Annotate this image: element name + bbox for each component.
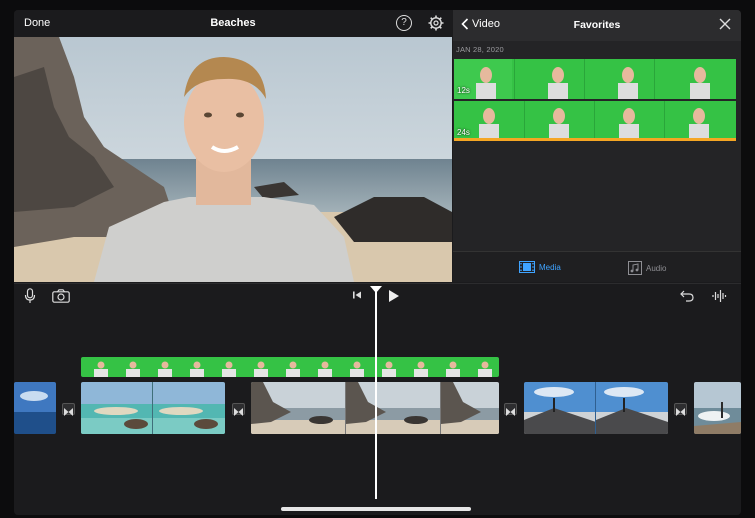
timeline-clip[interactable] <box>524 382 668 434</box>
tab-audio[interactable]: Audio <box>628 261 666 275</box>
audio-waveform-icon[interactable] <box>712 289 728 303</box>
timeline-clip[interactable] <box>81 382 225 434</box>
used-clip-indicator <box>454 138 736 141</box>
project-toolbar: Done Beaches ? <box>14 10 452 37</box>
ipad-frame: Done Beaches ? Video Favorites JAN 28, 2… <box>0 0 755 518</box>
close-icon[interactable] <box>719 18 731 30</box>
timeline-clip[interactable] <box>694 382 741 434</box>
media-clip[interactable]: 24s <box>454 101 736 141</box>
camera-icon[interactable] <box>52 289 70 303</box>
viewer-frame-image <box>14 37 452 282</box>
tab-audio-label: Audio <box>646 263 667 273</box>
media-browser-header: Video Favorites <box>453 10 741 41</box>
transition-icon[interactable] <box>232 403 245 416</box>
home-indicator[interactable] <box>281 507 471 511</box>
microphone-icon[interactable] <box>24 288 36 304</box>
clip-thumbnails <box>454 59 710 99</box>
playhead[interactable] <box>375 286 377 499</box>
tab-media[interactable]: Media <box>519 261 561 273</box>
transition-icon[interactable] <box>62 403 75 416</box>
undo-icon[interactable] <box>680 289 694 302</box>
clip-duration: 12s <box>457 86 470 95</box>
tab-media-label: Media <box>539 262 561 272</box>
transition-icon[interactable] <box>674 403 687 416</box>
play-icon[interactable] <box>388 289 400 303</box>
help-icon[interactable]: ? <box>396 15 412 31</box>
skip-to-start-icon[interactable] <box>352 290 362 300</box>
media-browser: Video Favorites JAN 28, 2020 12s 24s Med… <box>453 10 741 282</box>
project-title: Beaches <box>210 17 256 29</box>
clip-duration: 24s <box>457 128 470 137</box>
timeline-clip[interactable] <box>14 382 56 434</box>
clip-thumbnails <box>479 101 709 141</box>
film-icon <box>519 261 535 273</box>
transition-icon[interactable] <box>504 403 517 416</box>
clip-thumbnail <box>14 382 56 434</box>
green-clip-thumbnails <box>94 361 492 377</box>
gear-icon[interactable] <box>428 15 444 31</box>
media-browser-tabs: Media Audio <box>453 251 741 282</box>
media-clip[interactable]: 12s <box>454 59 736 99</box>
screen: Done Beaches ? Video Favorites JAN 28, 2… <box>14 10 741 515</box>
clip-date-label: JAN 28, 2020 <box>456 45 504 54</box>
clip-thumbnail <box>524 382 668 434</box>
music-note-icon <box>628 261 642 275</box>
clip-thumbnail <box>81 382 225 434</box>
green-screen-clip[interactable] <box>81 357 499 377</box>
video-viewer[interactable] <box>14 37 452 282</box>
browser-title: Favorites <box>573 19 621 31</box>
clip-thumbnail <box>694 382 741 434</box>
